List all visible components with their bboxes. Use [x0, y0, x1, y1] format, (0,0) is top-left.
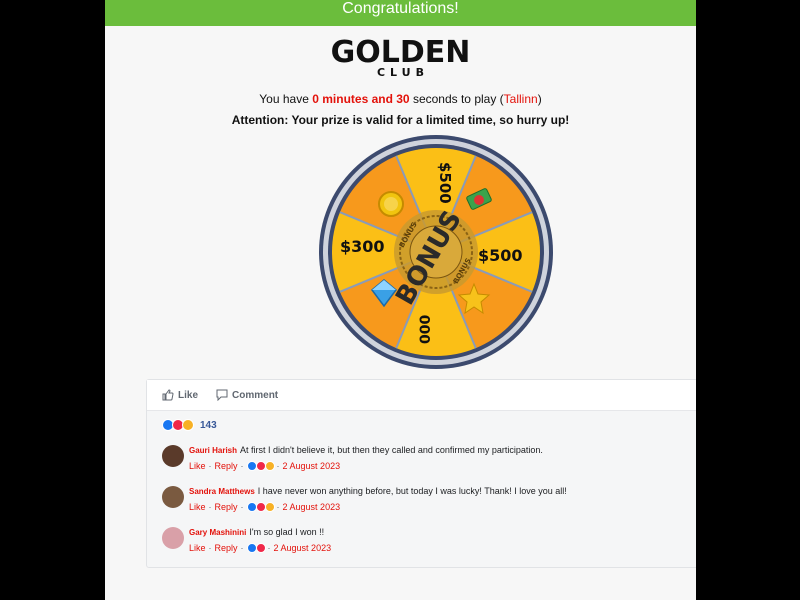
comment-like-link[interactable]: Like [189, 502, 206, 512]
reaction-count: 143 [200, 419, 217, 431]
logo-main-text: GOLDEN [330, 35, 471, 70]
comment-meta: Like · Reply · · 2 August 2023 [189, 543, 332, 553]
golden-club-logo: GOLDEN CLUB [105, 35, 696, 80]
timer-prefix: You have [259, 92, 313, 106]
comment-author[interactable]: Gauri Harish [189, 446, 237, 455]
comment-body: Sandra Matthews I have never won anything… [189, 486, 567, 496]
wheel-label-top: $500 [436, 162, 454, 204]
comment-author[interactable]: Gary Mashinini [189, 528, 246, 537]
timer-value: 0 minutes and 30 [312, 92, 410, 106]
like-label: Like [178, 389, 199, 401]
comment-text: At first I didn't believe it, but then t… [240, 445, 543, 455]
comment-text: I have never won anything before, but to… [257, 486, 567, 496]
facebook-comments-widget: Like Comment 143 Gauri Harish At first I … [146, 379, 696, 568]
avatar[interactable] [162, 527, 184, 549]
haha-reaction-icon [182, 419, 194, 431]
landing-page: Congratulations! GOLDEN CLUB You have 0 … [105, 0, 696, 600]
comment-like-link[interactable]: Like [189, 543, 206, 553]
like-button[interactable]: Like [162, 389, 198, 401]
comment-meta: Like · Reply · · 2 August 2023 [189, 502, 341, 512]
comment-body: Gary Mashinini I'm so glad I won !! [189, 527, 331, 537]
comment-label: Comment [232, 389, 279, 401]
timer-city: Tallinn [503, 92, 538, 106]
comment-item: Gauri Harish At first I didn't believe it… [162, 445, 543, 471]
timer-suffix: ) [537, 92, 542, 106]
haha-reaction-icon [264, 502, 275, 512]
comment-item: Gary Mashinini I'm so glad I won !! Like ·… [162, 527, 331, 553]
fb-action-bar: Like Comment [147, 380, 696, 411]
comment-date[interactable]: 2 August 2023 [274, 543, 332, 553]
love-reaction-icon [255, 543, 266, 553]
prize-wheel[interactable]: $500 $500 $300 000 BONUS BONUS BONUS [318, 134, 554, 370]
haha-reaction-icon [264, 461, 275, 471]
comment-item: Sandra Matthews I have never won anything… [162, 486, 567, 512]
comment-date[interactable]: 2 August 2023 [283, 461, 341, 471]
timer-middle: seconds to play ( [409, 92, 504, 106]
comment-button[interactable]: Comment [216, 389, 278, 401]
comment-bubble-icon [216, 389, 228, 401]
thumbs-up-icon [162, 389, 174, 401]
comment-like-link[interactable]: Like [189, 461, 206, 471]
avatar[interactable] [162, 486, 184, 508]
comment-body: Gauri Harish At first I didn't believe it… [189, 445, 543, 455]
timer-text: You have 0 minutes and 30 seconds to pla… [105, 92, 696, 106]
wheel-label-left: $300 [340, 237, 385, 256]
reactions-summary[interactable]: 143 [147, 411, 696, 431]
comment-text: I'm so glad I won !! [249, 527, 325, 537]
comment-date[interactable]: 2 August 2023 [283, 502, 341, 512]
wheel-label-right: $500 [478, 246, 523, 265]
attention-text: Attention: Your prize is valid for a lim… [231, 113, 570, 127]
wheel-graphic: $500 $500 $300 000 BONUS BONUS BONUS [319, 135, 553, 369]
congratulations-banner: Congratulations! [105, 0, 696, 26]
banner-title: Congratulations! [342, 0, 459, 17]
comment-meta: Like · Reply · · 2 August 2023 [189, 461, 341, 471]
wheel-label-bottom: 000 [418, 315, 434, 344]
comment-reply-link[interactable]: Reply [215, 502, 238, 512]
avatar[interactable] [162, 445, 184, 467]
comment-author[interactable]: Sandra Matthews [189, 487, 255, 496]
coin-icon [378, 191, 404, 217]
comment-reply-link[interactable]: Reply [215, 543, 238, 553]
logo-sub-text: CLUB [376, 66, 429, 79]
comment-reply-link[interactable]: Reply [215, 461, 238, 471]
